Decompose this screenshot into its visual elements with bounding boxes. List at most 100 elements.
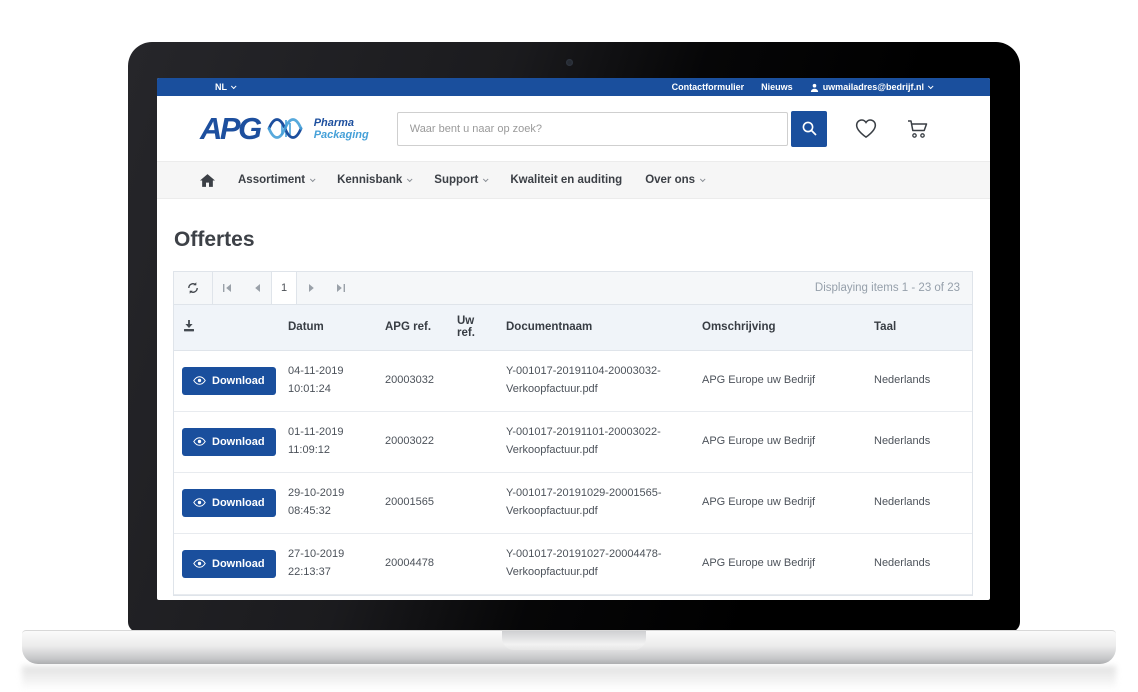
download-button-label: Download	[212, 558, 265, 570]
main-nav: Assortiment Kennisbank Support Kwaliteit…	[157, 161, 990, 199]
site-logo[interactable]: APG Pharma Packaging	[200, 113, 369, 144]
eye-icon	[193, 559, 206, 568]
offers-table: Datum APG ref. Uw ref. Documentnaam Omsc…	[174, 305, 972, 595]
column-apg-ref[interactable]: APG ref.	[377, 305, 449, 350]
download-button[interactable]: Download	[182, 550, 276, 578]
nav-item-assortiment[interactable]: Assortiment	[238, 174, 314, 186]
topbar-link-nieuws[interactable]: Nieuws	[761, 82, 793, 92]
webcam	[566, 59, 573, 66]
chevron-down-icon	[231, 83, 237, 89]
nav-item-kennisbank[interactable]: Kennisbank	[337, 174, 411, 186]
nav-item-label: Kennisbank	[337, 174, 402, 186]
download-button[interactable]: Download	[182, 489, 276, 517]
cell-datum: 01-11-2019 11:09:12	[280, 411, 377, 472]
page-title: Offertes	[174, 228, 974, 252]
nav-item-label: Assortiment	[238, 174, 305, 186]
refresh-button[interactable]	[174, 272, 212, 304]
column-download	[174, 305, 280, 350]
column-datum[interactable]: Datum	[280, 305, 377, 350]
chevron-down-icon	[483, 176, 489, 182]
last-page-icon	[335, 283, 346, 293]
cell-documentnaam: Y-001017-20191101-20003022-Verkoopfactuu…	[498, 411, 694, 472]
cart-button[interactable]	[905, 117, 930, 140]
cell-uw-ref	[449, 411, 498, 472]
search-button[interactable]	[791, 111, 827, 147]
next-page-icon	[308, 283, 316, 293]
logo-tagline: Pharma Packaging	[314, 116, 369, 141]
cell-uw-ref	[449, 350, 498, 411]
laptop-lid-notch	[502, 631, 646, 650]
search-icon	[801, 120, 818, 137]
nav-item-support[interactable]: Support	[434, 174, 487, 186]
refresh-icon	[186, 281, 200, 295]
cell-apg-ref: 20003032	[377, 350, 449, 411]
cell-taal: Nederlands	[866, 350, 972, 411]
eye-icon	[193, 437, 206, 446]
cell-omschrijving: APG Europe uw Bedrijf	[694, 350, 866, 411]
table-row: Download 29-10-2019 08:45:32 20001565 Y-…	[174, 472, 972, 533]
cell-omschrijving: APG Europe uw Bedrijf	[694, 533, 866, 594]
offers-table-head: Datum APG ref. Uw ref. Documentnaam Omsc…	[174, 305, 972, 350]
cell-apg-ref: 20001565	[377, 472, 449, 533]
cell-taal: Nederlands	[866, 533, 972, 594]
pager-last-button[interactable]	[326, 272, 355, 304]
laptop-lid: NL Contactformulier Nieuws uwmailadres@b…	[128, 42, 1020, 632]
logo-tagline-line1: Pharma	[314, 118, 369, 130]
account-menu[interactable]: uwmailadres@bedrijf.nl	[810, 82, 932, 92]
heart-icon	[854, 118, 878, 139]
cell-datum: 29-10-2019 08:45:32	[280, 472, 377, 533]
download-button[interactable]: Download	[182, 428, 276, 456]
table-row: Download 27-10-2019 22:13:37 20004478 Y-…	[174, 533, 972, 594]
column-taal[interactable]: Taal	[866, 305, 972, 350]
topbar-link-contactformulier[interactable]: Contactformulier	[672, 82, 745, 92]
home-icon	[200, 174, 215, 187]
wishlist-button[interactable]	[854, 118, 878, 139]
laptop-base	[22, 630, 1116, 664]
cell-documentnaam: Y-001017-20191104-20003032-Verkoopfactuu…	[498, 350, 694, 411]
site-header: APG Pharma Packaging	[157, 96, 990, 161]
logo-tagline-line2: Packaging	[314, 130, 369, 142]
chevron-down-icon	[928, 83, 934, 89]
cell-download: Download	[174, 350, 280, 411]
pager-next-button[interactable]	[297, 272, 326, 304]
cell-omschrijving: APG Europe uw Bedrijf	[694, 472, 866, 533]
nav-item-over-ons[interactable]: Over ons	[645, 174, 704, 186]
laptop-screen: NL Contactformulier Nieuws uwmailadres@b…	[157, 78, 990, 600]
download-button-label: Download	[212, 497, 265, 509]
pager-current-page[interactable]: 1	[271, 272, 297, 304]
prev-page-icon	[253, 283, 261, 293]
column-uw-ref[interactable]: Uw ref.	[449, 305, 498, 350]
top-utility-bar: NL Contactformulier Nieuws uwmailadres@b…	[157, 78, 990, 96]
first-page-icon	[222, 283, 233, 293]
cell-datum: 27-10-2019 22:13:37	[280, 533, 377, 594]
nav-item-home[interactable]	[200, 174, 215, 187]
header-row: Datum APG ref. Uw ref. Documentnaam Omsc…	[174, 305, 972, 350]
user-icon	[810, 83, 819, 92]
user-email: uwmailadres@bedrijf.nl	[823, 82, 924, 92]
cell-uw-ref	[449, 533, 498, 594]
dna-helix-icon	[267, 115, 307, 142]
chevron-down-icon	[700, 176, 706, 182]
cell-apg-ref: 20003022	[377, 411, 449, 472]
column-omschrijving[interactable]: Omschrijving	[694, 305, 866, 350]
eye-icon	[193, 498, 206, 507]
language-label: NL	[215, 82, 227, 92]
cell-apg-ref: 20004478	[377, 533, 449, 594]
chevron-down-icon	[310, 176, 316, 182]
download-button-label: Download	[212, 375, 265, 387]
download-button-label: Download	[212, 436, 265, 448]
pager-prev-button[interactable]	[242, 272, 271, 304]
search-input[interactable]	[397, 112, 788, 146]
cell-uw-ref	[449, 472, 498, 533]
pager-status: Displaying items 1 - 23 of 23	[815, 272, 972, 304]
nav-item-label: Kwaliteit en auditing	[510, 174, 622, 186]
eye-icon	[193, 376, 206, 385]
pager-first-button[interactable]	[213, 272, 242, 304]
nav-item-kwaliteit-en-auditing[interactable]: Kwaliteit en auditing	[510, 174, 622, 186]
offers-grid: 1 Displaying items 1 - 23 of 23	[173, 271, 973, 596]
cell-download: Download	[174, 533, 280, 594]
column-documentnaam[interactable]: Documentnaam	[498, 305, 694, 350]
download-button[interactable]: Download	[182, 367, 276, 395]
language-selector[interactable]: NL	[215, 82, 235, 92]
laptop-reflection	[22, 666, 1116, 690]
